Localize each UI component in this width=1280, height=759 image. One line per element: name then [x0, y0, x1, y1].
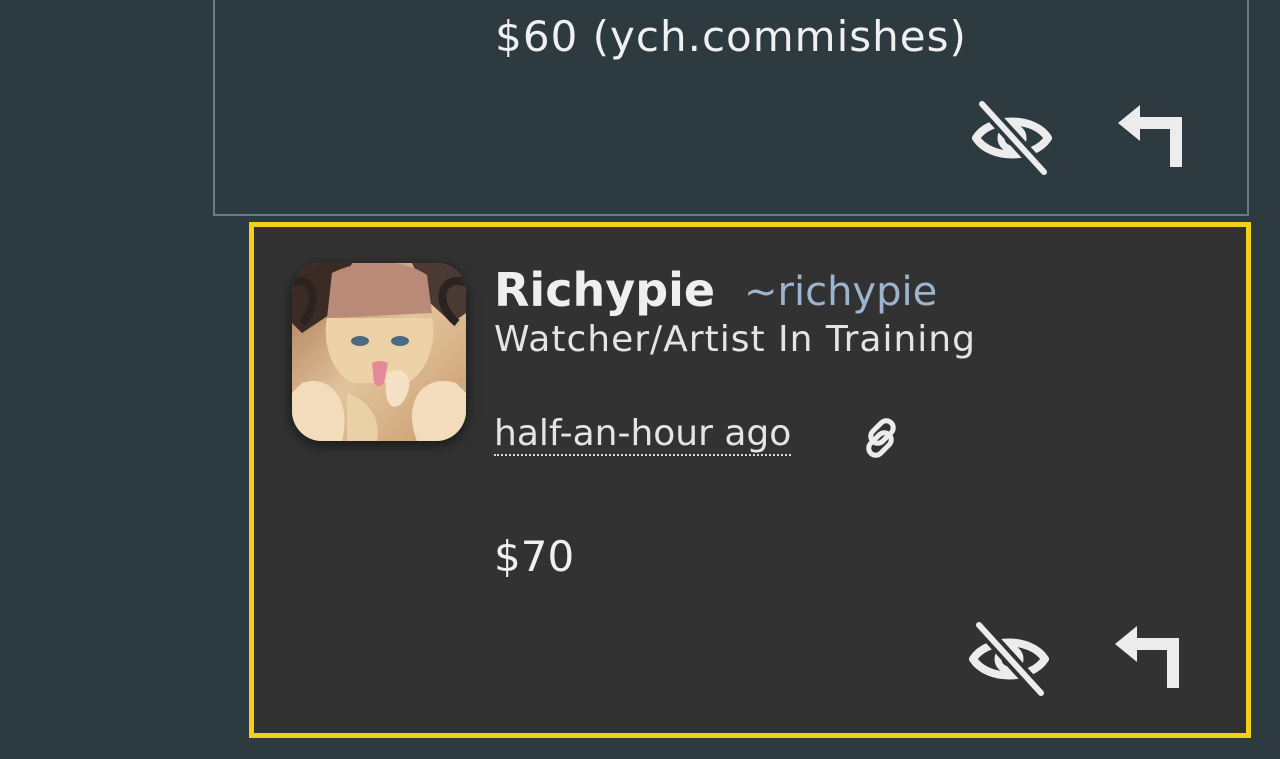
highlighted-comment: Richypie ~richypie Watcher/Artist In Tra… [249, 222, 1251, 738]
reply-button[interactable] [1107, 621, 1187, 693]
avatar[interactable] [292, 263, 466, 441]
hide-button[interactable] [964, 619, 1054, 699]
comment-thread: $60 (ych.commishes) Richypie ~richypie W… [0, 0, 1280, 759]
avatar-image [292, 263, 466, 441]
reply-arrow-icon [1115, 626, 1179, 688]
user-title: Watcher/Artist In Training [494, 319, 976, 360]
eye-slash-icon [969, 619, 1049, 699]
comment-text: $70 [494, 532, 575, 581]
link-icon [866, 418, 896, 458]
previous-comment-text: $60 (ych.commishes) [495, 12, 967, 61]
username-link[interactable]: ~richypie [744, 269, 937, 315]
previous-hide-button[interactable] [967, 98, 1057, 178]
reply-arrow-icon [1118, 105, 1182, 167]
timestamp[interactable]: half-an-hour ago [494, 414, 792, 456]
previous-reply-button[interactable] [1110, 100, 1190, 172]
previous-comment: $60 (ych.commishes) [213, 0, 1249, 216]
permalink-button[interactable] [858, 415, 904, 461]
eye-slash-icon [972, 98, 1052, 178]
display-name[interactable]: Richypie [494, 263, 715, 317]
